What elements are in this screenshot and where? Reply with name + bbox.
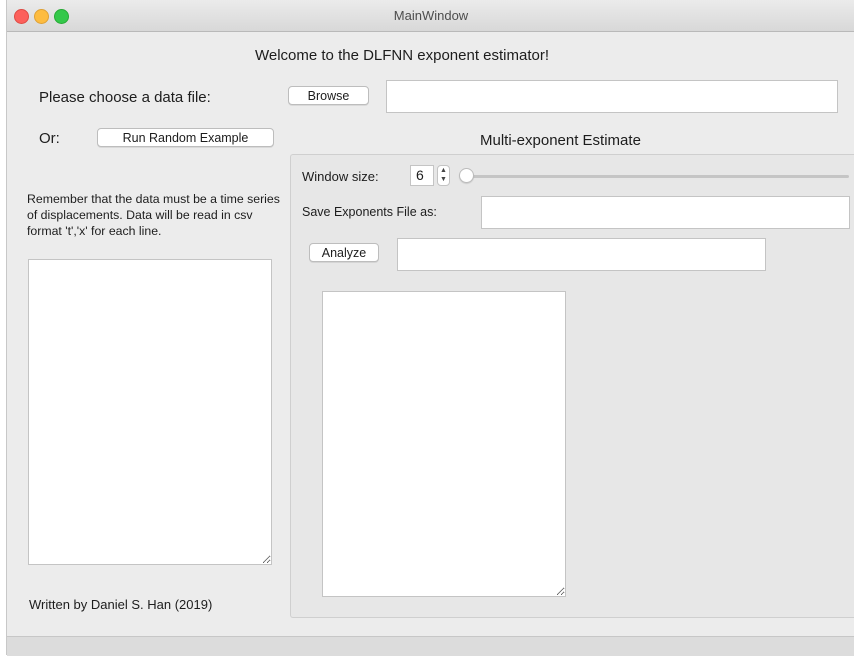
data-format-note: Remember that the data must be a time se… (27, 192, 280, 238)
choose-file-label: Please choose a data file: (39, 89, 211, 106)
window-size-slider-thumb[interactable] (459, 168, 474, 183)
author-credit: Written by Daniel S. Han (2019) (29, 597, 213, 612)
analyze-output-field[interactable] (397, 238, 766, 271)
save-exponents-label: Save Exponents File as: (302, 205, 437, 219)
data-preview-box[interactable] (28, 259, 272, 565)
title-bar[interactable]: MainWindow (7, 0, 854, 32)
window-size-spinbox[interactable]: 6 (410, 165, 434, 186)
window-title: MainWindow (393, 8, 469, 23)
welcome-heading: Welcome to the DLFNN exponent estimator! (254, 47, 550, 64)
browse-button[interactable]: Browse (288, 86, 369, 105)
status-bar (7, 636, 854, 656)
or-label: Or: (39, 130, 60, 147)
results-box[interactable] (322, 291, 566, 597)
window-size-label: Window size: (302, 169, 379, 184)
analyze-button[interactable]: Analyze (309, 243, 379, 262)
up-down-chevron-icon[interactable]: ▲ ▼ (437, 165, 450, 186)
window-size-slider-track[interactable] (463, 175, 849, 178)
run-random-example-button[interactable]: Run Random Example (97, 128, 274, 147)
save-exponents-field[interactable] (481, 196, 850, 229)
file-path-field[interactable] (386, 80, 838, 113)
main-window: MainWindow Welcome to the DLFNN exponent… (6, 0, 854, 656)
multi-exponent-title: Multi-exponent Estimate (480, 132, 641, 149)
